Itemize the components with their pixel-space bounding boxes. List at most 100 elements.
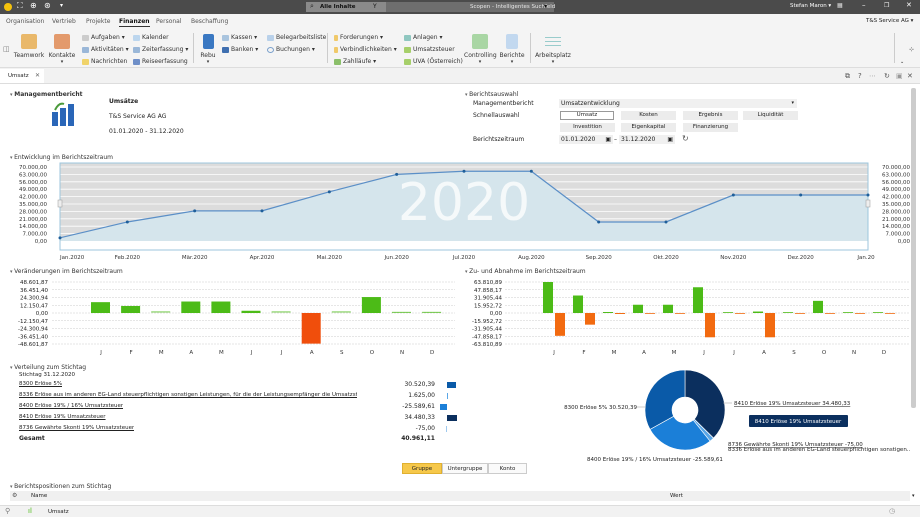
layout-icon[interactable]: ▦ <box>837 2 843 9</box>
bar-decrease <box>765 313 775 338</box>
tab-umsatz[interactable]: Umsatz ✕ <box>0 69 44 83</box>
umsatzsteuer-button[interactable]: Umsatzsteuer <box>404 46 455 53</box>
close-tab-icon[interactable]: ✕ <box>35 72 40 79</box>
kalender-button[interactable]: Kalender <box>133 34 169 41</box>
tab-beschaffung[interactable]: Beschaffung <box>191 18 228 25</box>
section-header-berichtsauswahl[interactable]: Berichtsauswahl <box>465 91 518 98</box>
pin-icon[interactable]: ⚲ <box>5 507 10 515</box>
bar-increase <box>813 300 823 313</box>
uva-icon <box>404 58 411 65</box>
distribution-row-name[interactable]: 8400 Erlöse 19% / 16% Umsatzsteuer <box>19 403 123 409</box>
controlling-button[interactable]: Controlling ▾ <box>464 34 497 65</box>
range-handle-left <box>57 199 63 208</box>
calendar-icon[interactable]: ▣ <box>605 135 611 144</box>
help-icon[interactable]: ? <box>858 72 862 80</box>
pin-icon[interactable]: ⊹ <box>909 46 914 53</box>
column-header-wert[interactable]: Wert <box>670 493 683 499</box>
quick-liquiditaet-button[interactable]: Liquidität <box>743 111 798 120</box>
distribution-row-name[interactable]: 8736 Gewährte Skonti 19% Umsatzsteuer <box>19 425 134 431</box>
close-view-icon[interactable]: ✕ <box>907 72 913 80</box>
y-tick-label: 15.952,72 <box>474 303 502 309</box>
add-icon[interactable]: ⊕ <box>30 1 37 10</box>
bar-decrease <box>675 313 685 314</box>
quick-kosten-button[interactable]: Kosten <box>621 111 676 120</box>
distribution-row-name[interactable]: 8410 Erlöse 19% Umsatzsteuer <box>19 414 106 420</box>
bar-increase <box>603 312 613 313</box>
bar-increase <box>663 304 673 313</box>
section-header-berichtspositionen[interactable]: Berichtspositionen zum Stichtag <box>10 483 111 490</box>
quick-finanzierung-button[interactable]: Finanzierung <box>683 123 738 132</box>
sidebar-toggle-icon[interactable]: ◫ <box>3 45 10 53</box>
distribution-row-name[interactable]: 8300 Erlöse 5% <box>19 381 62 387</box>
tab-finanzen[interactable]: Finanzen <box>119 18 150 27</box>
search-scope[interactable]: ⌕ Alle Inhalte Y <box>306 2 386 12</box>
minimize-icon[interactable]: – <box>862 1 866 9</box>
aufgaben-button[interactable]: Aufgaben ▾ <box>82 34 125 41</box>
zeiterfassung-button[interactable]: Zeiterfassung ▾ <box>133 46 188 53</box>
uva-button[interactable]: UVA (Österreich) <box>404 58 463 65</box>
banken-button[interactable]: Banken ▾ <box>222 46 258 53</box>
y-tick-label: -24.300,94 <box>18 327 48 333</box>
teamwork-button[interactable]: Teamwork <box>13 34 45 59</box>
data-point <box>664 220 668 224</box>
section-header-managementbericht[interactable]: Managementbericht <box>10 91 82 98</box>
nachrichten-button[interactable]: Nachrichten <box>82 58 127 65</box>
quick-access-dropdown-icon[interactable]: ▾ <box>60 2 63 9</box>
settings-icon[interactable]: ⚙ <box>12 492 17 499</box>
berichte-button[interactable]: Berichte ▾ <box>499 34 525 65</box>
group-konto-toggle[interactable]: Konto <box>488 463 527 474</box>
maximize-icon[interactable]: ❐ <box>884 2 889 9</box>
section-header-verteilung[interactable]: Verteilung zum Stichtag <box>10 364 86 371</box>
more-icon[interactable]: ⋯ <box>869 72 876 80</box>
ribbon-expand-icon[interactable]: ⌄ <box>900 59 904 65</box>
help-lifebuoy-icon[interactable]: ⊛ <box>44 1 51 10</box>
quick-umsatz-button[interactable]: Umsatz <box>560 111 614 120</box>
tab-projekte[interactable]: Projekte <box>86 18 110 25</box>
refresh-period-icon[interactable]: ↻ <box>682 134 689 143</box>
anlagen-label: Anlagen ▾ <box>413 34 443 41</box>
search-input[interactable]: Scopen - Intelligentes Suchfeld ▾ <box>386 2 555 12</box>
chevron-down-icon[interactable]: ▾ <box>544 3 547 10</box>
verbindlichkeiten-button[interactable]: Verbindlichkeiten ▾ <box>334 46 397 53</box>
ribbon-divider <box>894 33 895 63</box>
bag-icon[interactable]: ⛶ <box>17 1 23 11</box>
aktivitaeten-button[interactable]: Aktivitäten ▾ <box>82 46 129 53</box>
distribution-mini-bar <box>447 415 457 421</box>
save-icon[interactable]: ▣ <box>896 72 903 80</box>
belegarbeitsliste-button[interactable]: Belegarbeitsliste <box>267 34 326 41</box>
buchungen-button[interactable]: Buchungen ▾ <box>267 46 315 53</box>
scroll-down-icon[interactable]: ▾ <box>912 493 915 499</box>
zahllaeufe-button[interactable]: Zahlläufe ▾ <box>334 58 376 65</box>
column-header-name[interactable]: Name <box>31 493 47 499</box>
y-tick-label-left: 42.000,00 <box>19 195 47 201</box>
group-untergruppe-toggle[interactable]: Untergruppe <box>442 463 488 474</box>
period-to-input[interactable]: 31.12.2020 ▣ <box>619 135 675 144</box>
tab-personal[interactable]: Personal <box>156 18 182 25</box>
data-point <box>462 169 466 173</box>
rebu-button[interactable]: Rebu ▾ <box>198 34 218 65</box>
arbeitsplatz-button[interactable]: Arbeitsplatz ▾ <box>535 34 571 65</box>
reiseerfassung-button[interactable]: Reiseerfassung <box>133 58 188 65</box>
refresh-icon[interactable]: ↻ <box>884 72 890 80</box>
anlagen-button[interactable]: Anlagen ▾ <box>404 34 442 41</box>
group-gruppe-toggle[interactable]: Gruppe <box>402 463 442 474</box>
tab-organisation[interactable]: Organisation <box>6 18 44 25</box>
close-icon[interactable]: ✕ <box>906 1 912 9</box>
period-from-input[interactable]: 01.01.2020 ▣ <box>559 135 613 144</box>
x-tick-label: A <box>310 350 314 356</box>
report-select[interactable]: Umsatzentwicklung ▾ <box>559 99 797 108</box>
quick-eigenkapital-button[interactable]: Eigenkapital <box>621 123 676 132</box>
forderungen-button[interactable]: Forderungen ▾ <box>334 34 383 41</box>
calendar-icon[interactable]: ▣ <box>667 135 673 144</box>
kontakte-button[interactable]: Kontakte ▾ <box>47 34 77 65</box>
quick-ergebnis-button[interactable]: Ergebnis <box>683 111 738 120</box>
copy-icon[interactable]: ⧉ <box>845 72 850 81</box>
rebu-label: Rebu <box>200 52 216 59</box>
quick-investition-button[interactable]: Investition <box>560 123 615 132</box>
document-tabstrip <box>0 68 920 84</box>
company-selector[interactable]: T&S Service AG ▾ <box>866 18 913 24</box>
kassen-button[interactable]: Kassen ▾ <box>222 34 257 41</box>
user-menu[interactable]: Stefan Maron ▾ <box>790 3 831 9</box>
distribution-row-name[interactable]: 8336 Erlöse aus im anderen EG-Land steue… <box>19 392 357 398</box>
tab-vertrieb[interactable]: Vertrieb <box>52 18 76 25</box>
